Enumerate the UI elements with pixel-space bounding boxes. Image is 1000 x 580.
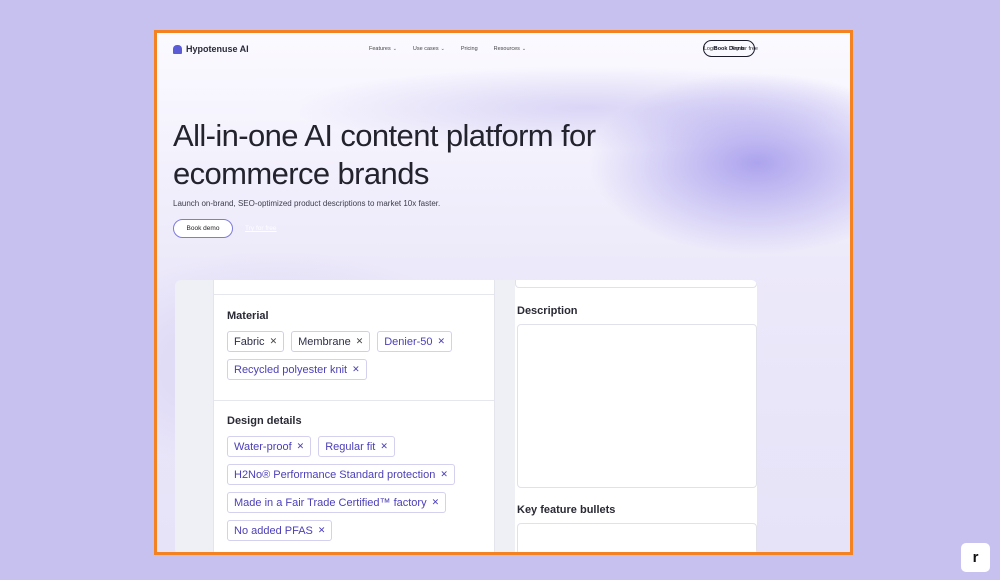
key-feature-bullets-label: Key feature bullets — [517, 504, 616, 516]
nav-item-label: Use cases — [412, 46, 439, 52]
chip-fair-trade[interactable]: Made in a Fair Trade Certified™ factory … — [227, 492, 447, 513]
close-icon[interactable]: ✕ — [297, 441, 305, 452]
chip-water-proof[interactable]: Water-proof ✕ — [227, 436, 312, 457]
nav-item-pricing[interactable]: Pricing — [461, 46, 478, 52]
close-icon[interactable]: ✕ — [380, 441, 388, 452]
chip-fabric[interactable]: Fabric ✕ — [227, 331, 285, 352]
close-icon[interactable]: ✕ — [352, 364, 360, 375]
chip-regular-fit[interactable]: Regular fit ✕ — [318, 436, 395, 457]
chip-recycled-polyester-knit[interactable]: Recycled polyester knit ✕ — [227, 359, 367, 380]
chip-label: Made in a Fair Trade Certified™ factory — [234, 496, 427, 509]
design-details-chips: Water-proof ✕ Regular fit ✕ H2No® Perfor… — [227, 436, 485, 541]
previous-field-box — [515, 280, 757, 288]
chevron-down-icon: ⌄ — [392, 46, 397, 52]
hero-title-line-1: All-in-one AI content platform for — [173, 118, 596, 153]
hero-title-line-2: ecommerce brands — [173, 156, 429, 191]
nav-item-resources[interactable]: Resources ⌄ — [494, 46, 527, 52]
divider — [214, 400, 494, 401]
output-panel: Description Key feature bullets — [515, 280, 757, 552]
chevron-down-icon: ⌄ — [440, 46, 445, 52]
material-chips: Fabric ✕ Membrane ✕ Denier-50 ✕ Recycled… — [227, 331, 485, 380]
divider — [214, 294, 494, 295]
book-demo-nav-button[interactable]: Book Demo — [703, 40, 755, 57]
chip-label: No added PFAS — [234, 524, 313, 537]
book-demo-button[interactable]: Book demo — [173, 219, 233, 238]
description-label: Description — [517, 305, 578, 317]
screenshot-frame: Hypotenuse AI Features ⌄ Use cases ⌄ Pri… — [154, 30, 853, 555]
nav-item-label: Features — [369, 46, 391, 52]
product-editor-preview: Material Fabric ✕ Membrane ✕ Denier-50 ✕… — [175, 280, 757, 552]
chip-label: Membrane — [298, 335, 351, 348]
logo[interactable]: Hypotenuse AI — [173, 44, 249, 54]
key-feature-bullets-textarea[interactable] — [517, 523, 757, 552]
chip-label: Water-proof — [234, 440, 292, 453]
close-icon[interactable]: ✕ — [270, 336, 278, 347]
close-icon[interactable]: ✕ — [432, 497, 440, 508]
nav-item-features[interactable]: Features ⌄ — [369, 46, 397, 52]
hero-title: All-in-one AI content platform for ecomm… — [173, 117, 733, 193]
hypotenuse-logo-icon — [173, 44, 182, 54]
description-textarea[interactable] — [517, 324, 757, 488]
chip-membrane[interactable]: Membrane ✕ — [291, 331, 371, 352]
chip-label: Recycled polyester knit — [234, 363, 348, 376]
design-details-label: Design details — [227, 415, 302, 427]
close-icon[interactable]: ✕ — [438, 336, 446, 347]
close-icon[interactable]: ✕ — [356, 336, 364, 347]
logo-text: Hypotenuse AI — [186, 44, 249, 54]
corner-badge: r — [961, 543, 990, 572]
nav-item-use-cases[interactable]: Use cases ⌄ — [413, 46, 445, 52]
nav-item-label: Resources — [493, 46, 520, 52]
chip-label: H2No® Performance Standard protection — [234, 468, 436, 481]
hero-subtitle: Launch on-brand, SEO-optimized product d… — [173, 199, 441, 208]
nav-item-label: Pricing — [460, 46, 478, 52]
chip-label: Fabric — [234, 335, 265, 348]
top-nav: Hypotenuse AI Features ⌄ Use cases ⌄ Pri… — [157, 33, 850, 69]
chip-denier-50[interactable]: Denier-50 ✕ — [377, 331, 453, 352]
chip-no-added-pfas[interactable]: No added PFAS ✕ — [227, 520, 333, 541]
chevron-down-icon: ⌄ — [521, 46, 527, 52]
chip-h2no-protection[interactable]: H2No® Performance Standard protection ✕ — [227, 464, 455, 485]
try-free-hero-link[interactable]: Try for free — [245, 225, 277, 232]
nav-menu: Features ⌄ Use cases ⌄ Pricing Resources… — [369, 46, 526, 52]
chip-label: Regular fit — [325, 440, 376, 453]
close-icon[interactable]: ✕ — [318, 525, 326, 536]
chip-label: Denier-50 — [384, 335, 433, 348]
material-label: Material — [227, 310, 269, 322]
close-icon[interactable]: ✕ — [440, 469, 448, 480]
attributes-panel: Material Fabric ✕ Membrane ✕ Denier-50 ✕… — [213, 280, 495, 552]
